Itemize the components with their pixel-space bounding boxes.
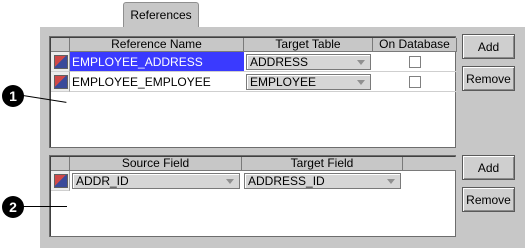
table-row[interactable]: EMPLOYEE_EMPLOYEE EMPLOYEE	[51, 72, 457, 92]
field-mapping-table: Source Field Target Field ADDR_ID ADDRES…	[49, 155, 456, 237]
column-header-on-database[interactable]: On Database	[373, 38, 457, 52]
on-database-checkbox[interactable]	[409, 56, 421, 68]
source-field-value: ADDR_ID	[76, 174, 129, 188]
remove-field-button[interactable]: Remove	[462, 187, 515, 212]
table-row[interactable]: ADDR_ID ADDRESS_ID	[51, 171, 403, 191]
references-table-header: Reference Name Target Table On Database	[51, 38, 457, 52]
field-reference-icon	[54, 174, 68, 188]
remove-reference-button[interactable]: Remove	[462, 66, 515, 91]
target-table-combo[interactable]: EMPLOYEE	[246, 74, 371, 90]
add-reference-button[interactable]: Add	[462, 34, 515, 59]
chevron-down-icon[interactable]	[226, 179, 234, 184]
row-header-corner	[51, 38, 70, 52]
references-table: Reference Name Target Table On Database …	[49, 36, 457, 148]
row-header[interactable]	[51, 52, 70, 72]
column-header-source-field[interactable]: Source Field	[70, 157, 242, 171]
chevron-down-icon[interactable]	[357, 60, 365, 65]
on-database-cell	[373, 52, 457, 72]
tab-references[interactable]: References	[123, 2, 199, 27]
on-database-cell	[373, 72, 457, 92]
target-table-cell[interactable]: EMPLOYEE	[244, 72, 373, 92]
table-reference-icon	[54, 55, 68, 69]
target-table-combo[interactable]: ADDRESS	[246, 54, 371, 70]
target-table-value: ADDRESS	[250, 55, 309, 69]
field-mapping-table-header: Source Field Target Field	[51, 157, 456, 171]
table-reference-icon	[54, 75, 68, 89]
source-field-cell[interactable]: ADDR_ID	[70, 171, 242, 191]
row-header[interactable]	[51, 72, 70, 92]
target-field-combo[interactable]: ADDRESS_ID	[244, 173, 401, 189]
add-field-button[interactable]: Add	[462, 155, 515, 180]
table-row[interactable]: EMPLOYEE_ADDRESS ADDRESS	[51, 52, 457, 72]
column-header-reference-name[interactable]: Reference Name	[70, 38, 244, 52]
row-header[interactable]	[51, 171, 70, 191]
chevron-down-icon[interactable]	[387, 179, 395, 184]
callout-2: 2	[2, 196, 24, 218]
row-header-corner	[51, 157, 70, 171]
target-table-value: EMPLOYEE	[250, 75, 317, 89]
on-database-checkbox[interactable]	[409, 76, 421, 88]
column-header-target-field[interactable]: Target Field	[242, 157, 403, 171]
reference-name-cell[interactable]: EMPLOYEE_ADDRESS	[70, 52, 244, 72]
target-field-cell[interactable]: ADDRESS_ID	[242, 171, 403, 191]
chevron-down-icon[interactable]	[357, 80, 365, 85]
source-field-combo[interactable]: ADDR_ID	[72, 173, 240, 189]
column-header-target-table[interactable]: Target Table	[244, 38, 373, 52]
callout-1: 1	[2, 85, 24, 107]
header-filler	[403, 157, 456, 171]
target-table-cell[interactable]: ADDRESS	[244, 52, 373, 72]
callout-2-leader	[23, 206, 67, 207]
target-field-value: ADDRESS_ID	[248, 174, 325, 188]
reference-name-cell[interactable]: EMPLOYEE_EMPLOYEE	[70, 72, 244, 92]
